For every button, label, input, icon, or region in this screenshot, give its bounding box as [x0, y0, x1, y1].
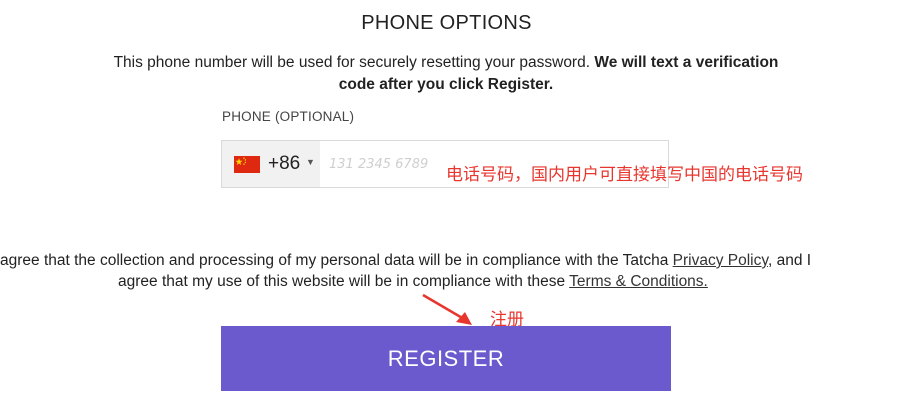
china-flag-icon: [234, 156, 260, 173]
phone-annotation: 电话号码，国内用户可直接填写中国的电话号码: [446, 165, 803, 185]
terms-conditions-link[interactable]: Terms & Conditions.: [569, 273, 708, 290]
country-dial-code: +86: [268, 153, 301, 174]
consent-text-part3: agree that my use of this website will b…: [118, 273, 570, 290]
chevron-down-icon: ▼: [306, 157, 315, 167]
consent-text-part2: , and I: [767, 252, 812, 269]
section-title: PHONE OPTIONS: [361, 12, 532, 34]
consent-line-2: agree that my use of this website will b…: [118, 271, 708, 292]
consent-line-1: agree that the collection and processing…: [0, 250, 811, 271]
privacy-policy-link[interactable]: Privacy Policy: [673, 252, 768, 269]
annotation-arrow-icon: [422, 293, 472, 325]
phone-description: This phone number will be used for secur…: [110, 52, 782, 96]
consent-text-part1: agree that the collection and processing…: [0, 252, 673, 269]
register-button[interactable]: REGISTER: [221, 326, 671, 391]
description-text: This phone number will be used for secur…: [113, 54, 595, 71]
country-code-selector[interactable]: +86 ▼: [222, 141, 320, 187]
phone-label: PHONE (OPTIONAL): [222, 109, 355, 124]
